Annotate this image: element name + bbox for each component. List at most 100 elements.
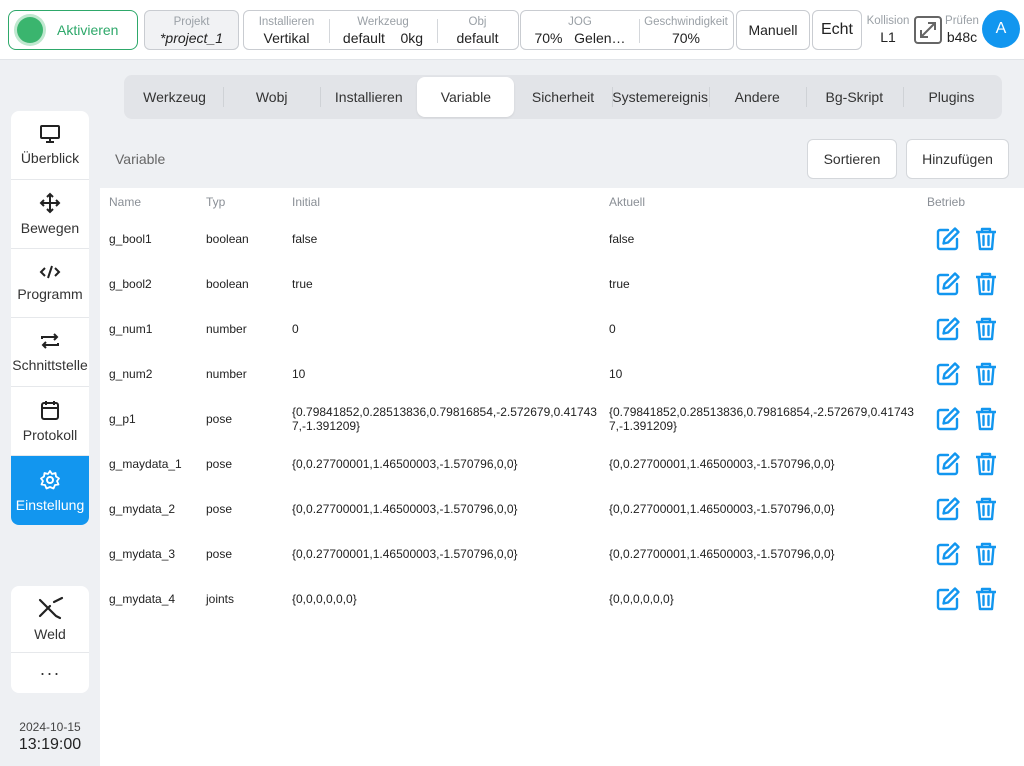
sidebar-item-settings[interactable]: Einstellung	[11, 456, 89, 525]
project-selector[interactable]: Projekt *project_1	[144, 10, 239, 50]
row-actions	[927, 451, 1024, 477]
avatar[interactable]: A	[982, 10, 1020, 48]
variable-current: {0,0.27700001,1.46500003,-1.570796,0,0}	[609, 501, 835, 516]
row-actions	[927, 226, 1024, 252]
sidebar-item-interface[interactable]: Schnittstelle	[11, 318, 89, 387]
gear-icon	[40, 469, 60, 489]
check-indicator[interactable]: Prüfen b48c	[944, 14, 980, 46]
delete-icon[interactable]	[973, 541, 999, 567]
table-row: g_num1 number 0 0	[100, 306, 1024, 351]
table-row: g_mydata_3 pose {0,0.27700001,1.46500003,-…	[100, 531, 1024, 576]
edit-icon[interactable]	[935, 316, 961, 342]
sidebar-item-program[interactable]: Programm	[11, 249, 89, 318]
delete-icon[interactable]	[973, 271, 999, 297]
column-header-type: Typ	[206, 195, 226, 209]
variable-initial: {0.79841852,0.28513836,0.79816854,-2.572…	[292, 404, 597, 433]
install-cell[interactable]: Installieren Vertikal	[244, 11, 329, 49]
row-actions	[927, 316, 1024, 342]
tab-install[interactable]: Installieren	[320, 75, 417, 119]
check-value: b48c	[946, 29, 978, 45]
edit-icon[interactable]	[935, 361, 961, 387]
variable-initial: {0,0,0,0,0,0}	[292, 591, 357, 606]
table-row: g_mydata_2 pose {0,0.27700001,1.46500003,-…	[100, 486, 1024, 531]
variable-type: number	[206, 321, 247, 336]
variable-name: g_mydata_3	[109, 546, 176, 561]
delete-icon[interactable]	[973, 496, 999, 522]
delete-icon[interactable]	[973, 406, 999, 432]
manual-mode-button[interactable]: Manuell	[736, 10, 810, 50]
project-name: *project_1	[159, 30, 224, 46]
move-icon	[39, 192, 61, 214]
sidebar-item-log[interactable]: Protokoll	[11, 387, 89, 456]
sidebar-item-overview[interactable]: Überblick	[11, 111, 89, 180]
speed-cell[interactable]: Geschwindigkeit 70%	[639, 11, 733, 49]
sidebar: Überblick Bewegen Programm Schnittstelle…	[0, 61, 100, 766]
variable-current: {0,0.27700001,1.46500003,-1.570796,0,0}	[609, 456, 835, 471]
delete-icon[interactable]	[973, 226, 999, 252]
edit-icon[interactable]	[935, 271, 961, 297]
variable-current: {0.79841852,0.28513836,0.79816854,-2.572…	[609, 404, 914, 433]
variable-toolbar: Variable Sortieren Hinzufügen	[100, 131, 1024, 188]
tab-variable[interactable]: Variable	[417, 77, 515, 117]
jog-caption: JOG	[568, 16, 592, 28]
variable-name: g_bool2	[109, 276, 152, 291]
add-variable-button[interactable]: Hinzufügen	[906, 139, 1009, 179]
tab-tool[interactable]: Werkzeug	[126, 75, 223, 119]
variable-type: boolean	[206, 276, 249, 291]
install-tool-obj-group[interactable]: Installieren Vertikal Werkzeug default 0…	[243, 10, 519, 50]
sort-button[interactable]: Sortieren	[807, 139, 897, 179]
edit-icon[interactable]	[935, 406, 961, 432]
variable-table: Name Typ Initial Aktuell Betrieb g_bool1…	[100, 188, 1024, 621]
sidebar-extra: Weld ···	[11, 586, 89, 693]
obj-cell[interactable]: Obj default	[437, 11, 518, 49]
table-body: g_bool1 boolean false false g_bool2 boolean tr…	[100, 216, 1024, 621]
column-header-name: Name	[109, 195, 142, 209]
sidebar-item-label: Programm	[17, 286, 83, 302]
variable-name: g_num2	[109, 366, 153, 381]
delete-icon[interactable]	[973, 361, 999, 387]
variable-initial: {0,0.27700001,1.46500003,-1.570796,0,0}	[292, 546, 518, 561]
tab-other[interactable]: Andere	[708, 75, 806, 119]
activate-button[interactable]: Aktivieren	[8, 10, 138, 50]
install-caption: Installieren	[258, 16, 315, 28]
collision-indicator[interactable]: Kollision L1	[865, 14, 911, 46]
collision-value: L1	[880, 29, 896, 45]
variable-name: g_num1	[109, 321, 153, 336]
edit-icon[interactable]	[935, 541, 961, 567]
sidebar-item-label: Protokoll	[22, 427, 78, 443]
top-bar: Aktivieren Projekt *project_1 Installier…	[0, 0, 1024, 60]
sidebar-item-weld[interactable]: Weld	[11, 586, 89, 653]
table-row: g_bool2 boolean true true	[100, 261, 1024, 306]
variable-type: pose	[206, 456, 233, 471]
tool-cell[interactable]: Werkzeug default 0kg	[329, 11, 437, 49]
tab-wobj[interactable]: Wobj	[223, 75, 320, 119]
more-icon[interactable]: ···	[11, 653, 89, 693]
variable-current: {0,0,0,0,0,0}	[609, 591, 674, 606]
row-actions	[927, 361, 1024, 387]
variable-name: g_p1	[109, 411, 136, 426]
row-actions	[927, 586, 1024, 612]
variable-initial: 0	[292, 321, 299, 336]
expand-icon[interactable]	[913, 15, 943, 45]
main-panel: Werkzeug Wobj Installieren Variable Sich…	[100, 62, 1024, 766]
variable-initial: false	[292, 231, 318, 246]
column-header-ops: Betrieb	[927, 195, 966, 209]
tab-safety[interactable]: Sicherheit	[514, 75, 611, 119]
sidebar-item-move[interactable]: Bewegen	[11, 180, 89, 249]
edit-icon[interactable]	[935, 451, 961, 477]
row-actions	[927, 406, 1024, 432]
tab-bg-script[interactable]: Bg-Skript	[805, 75, 903, 119]
jog-speed-group[interactable]: JOG 70% Gelen… Geschwindigkeit 70%	[520, 10, 734, 50]
edit-icon[interactable]	[935, 226, 961, 252]
edit-icon[interactable]	[935, 586, 961, 612]
tab-system-event[interactable]: Systemereignis	[611, 75, 709, 119]
speed-value: 70%	[671, 30, 701, 46]
delete-icon[interactable]	[973, 586, 999, 612]
edit-icon[interactable]	[935, 496, 961, 522]
real-mode-button[interactable]: Echt	[812, 10, 862, 50]
jog-cell[interactable]: JOG 70% Gelen…	[521, 11, 639, 49]
delete-icon[interactable]	[973, 316, 999, 342]
delete-icon[interactable]	[973, 451, 999, 477]
tab-plugins[interactable]: Plugins	[902, 75, 1000, 119]
status-indicator-icon	[17, 17, 43, 43]
